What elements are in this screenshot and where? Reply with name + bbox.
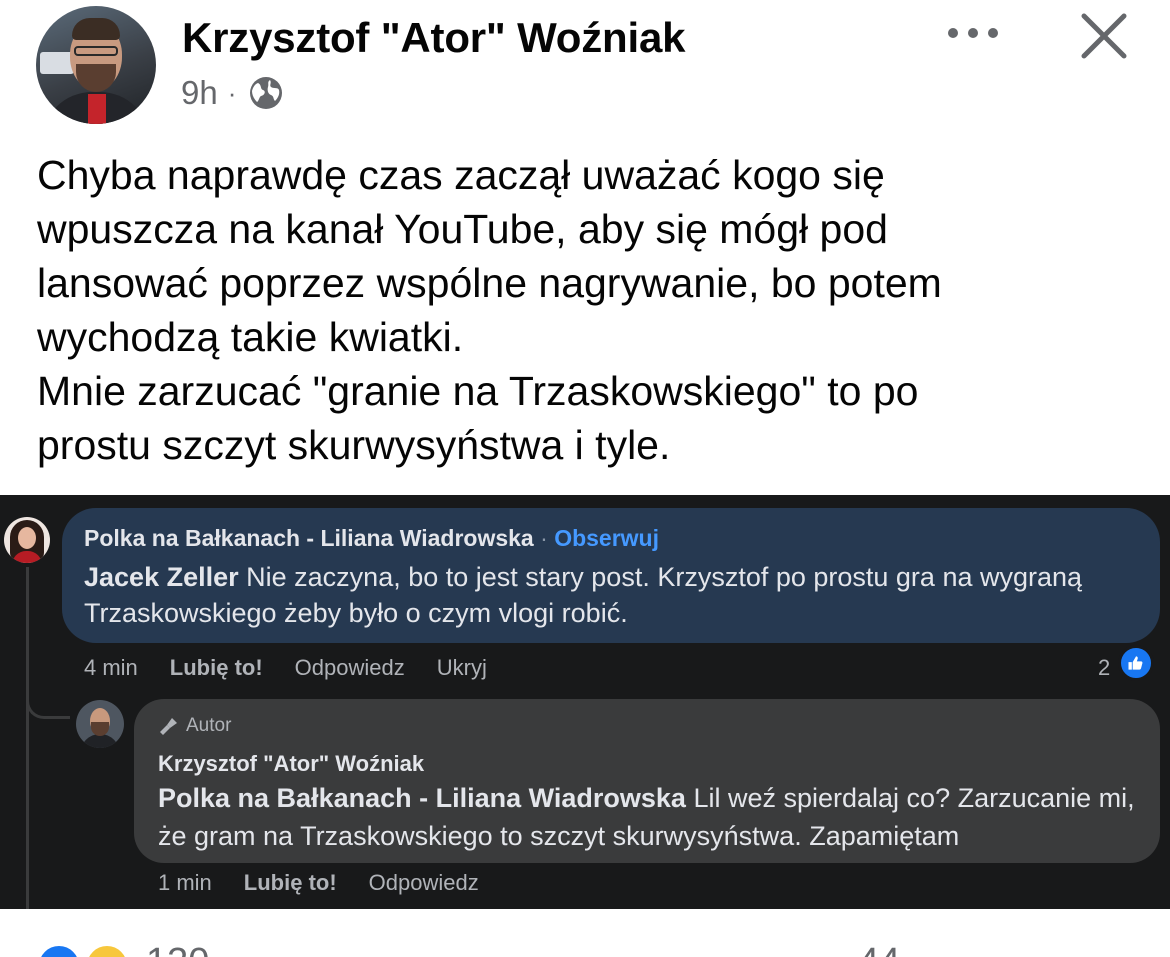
comment-time: 4 min (84, 655, 138, 680)
author-badge: Autor (158, 715, 231, 737)
comment-bubble: Polka na Bałkanach - Liliana Wiadrowska … (62, 508, 1160, 643)
avatar-background (40, 52, 74, 74)
haha-reaction-icon[interactable] (84, 943, 130, 957)
avatar-body (80, 734, 120, 748)
like-action: Lubię to! (169, 655, 263, 680)
post-text: Chyba naprawdę czas zaczął uważać kogo s… (37, 152, 942, 468)
share-icon[interactable]: · (1092, 941, 1105, 957)
reply-actions: 1 min Lubię to! Odpowiedz (158, 870, 511, 896)
reply-time: 1 min (158, 870, 212, 895)
comment-author: Polka na Bałkanach - Liliana Wiadrowska (84, 525, 534, 551)
author-avatar[interactable] (36, 6, 156, 124)
comment-actions: 4 min Lubię to! Odpowiedz Ukryj (84, 655, 519, 681)
avatar-face (18, 527, 36, 549)
avatar-glasses (74, 46, 118, 56)
reaction-count[interactable]: 130 (146, 941, 209, 957)
follow-link: Obserwuj (554, 525, 659, 551)
reply-author-avatar (76, 700, 124, 748)
reply-reply-action: Odpowiedz (368, 870, 479, 895)
more-options-icon-dot (988, 28, 998, 38)
globe-icon[interactable] (248, 75, 284, 111)
reply-mention: Polka na Bałkanach - Liliana Wiadrowska (158, 783, 686, 813)
avatar-beard (91, 722, 109, 736)
comment-text: Jacek Zeller Nie zaczyna, bo to jest sta… (84, 559, 1154, 631)
post-footer: 130 44 · (0, 909, 1170, 957)
avatar-hair (72, 18, 120, 40)
like-icon (1118, 645, 1154, 681)
comment-reaction-count: 2 (1098, 655, 1111, 680)
reply-bubble: Autor Krzysztof "Ator" Woźniak Polka na … (134, 699, 1160, 863)
post-meta: 9h · (181, 74, 284, 112)
like-reaction-icon[interactable] (36, 943, 82, 957)
comment-mention: Jacek Zeller (84, 562, 239, 592)
close-icon[interactable] (1076, 8, 1132, 64)
post-time[interactable]: 9h (181, 74, 218, 112)
comment-header: Polka na Bałkanach - Liliana Wiadrowska … (84, 525, 659, 552)
thread-line (26, 567, 29, 909)
reply-author: Krzysztof "Ator" Woźniak (158, 751, 425, 776)
meta-separator: · (227, 77, 237, 108)
comments-count[interactable]: 44 (858, 941, 900, 957)
reply-action: Odpowiedz (294, 655, 405, 680)
more-options-icon-dot (968, 28, 978, 38)
reply-like-action: Lubię to! (243, 870, 337, 895)
commenter-avatar (4, 517, 50, 563)
avatar-beard (76, 64, 116, 92)
comment-screenshot: Polka na Bałkanach - Liliana Wiadrowska … (0, 495, 1170, 909)
more-options-icon (948, 28, 958, 38)
author-name[interactable]: Krzysztof "Ator" Woźniak (182, 14, 685, 62)
microphone-icon (160, 718, 177, 735)
reply-text: Polka na Bałkanach - Liliana Wiadrowska … (158, 779, 1148, 855)
hide-action: Ukryj (436, 655, 487, 680)
author-badge-label: Autor (186, 715, 232, 736)
thread-connector (26, 697, 70, 719)
more-options-button[interactable] (944, 18, 1002, 48)
avatar-shirt (88, 94, 106, 124)
comment-separator: · (540, 525, 548, 551)
